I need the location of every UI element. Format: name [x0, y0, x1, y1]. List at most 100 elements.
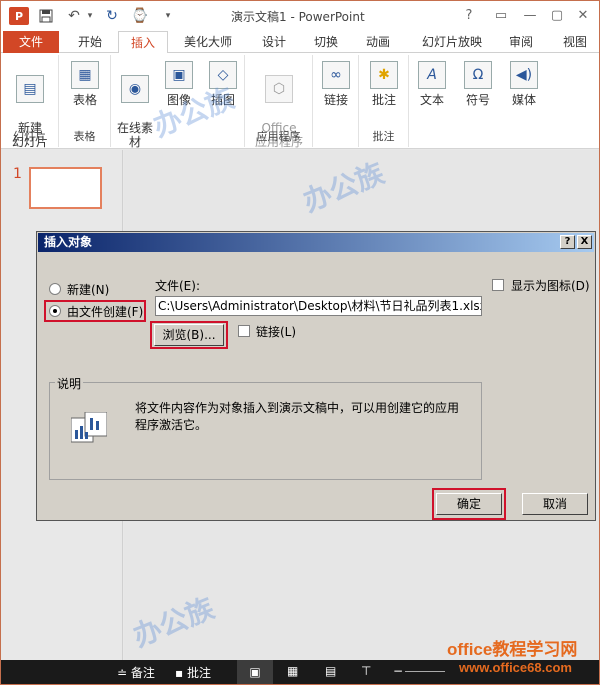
- group-text: A 文本: [409, 55, 455, 147]
- dialog-close-button[interactable]: X: [577, 235, 592, 249]
- close-button[interactable]: ✕: [570, 5, 596, 25]
- online-material-label: 在线素 材: [116, 121, 153, 149]
- group-link: ∞ 链接: [313, 55, 359, 147]
- tab-transitions[interactable]: 切换: [301, 31, 351, 53]
- reading-view-button[interactable]: ▤: [325, 664, 336, 678]
- group-symbol: Ω 符号: [455, 55, 501, 147]
- speaker-icon: ◀): [510, 61, 538, 89]
- redo-icon[interactable]: ↻: [101, 5, 123, 27]
- maximize-button[interactable]: ▢: [544, 5, 570, 25]
- browse-button[interactable]: 浏览(B)...: [154, 324, 224, 346]
- radio-create-new[interactable]: [49, 283, 61, 295]
- help-button[interactable]: ?: [456, 5, 482, 25]
- office-apps-icon: ⬡: [265, 75, 293, 103]
- link-checkbox[interactable]: [238, 325, 250, 337]
- slideshow-view-button[interactable]: ⊤: [361, 664, 371, 678]
- watermark-url: www.office68.com: [459, 660, 572, 675]
- slideshow-icon[interactable]: ⌚: [129, 5, 151, 27]
- comments-icon: ▪: [175, 665, 187, 680]
- ribbon: ▤ 新建 幻灯片 幻灯片 ▦ 表格 表格 ◉ 在线素 材 ▣ 图像 ◇ 插图 ⬡…: [1, 53, 599, 149]
- text-button[interactable]: A 文本: [413, 61, 451, 107]
- tab-file[interactable]: 文件: [3, 31, 59, 53]
- online-material-icon: ◉: [121, 75, 149, 103]
- group-slides-label: 幻灯片: [13, 130, 46, 143]
- group-slides: ▤ 新建 幻灯片 幻灯片: [1, 55, 59, 149]
- zoom-out-button[interactable]: −: [393, 664, 403, 678]
- sorter-view-button[interactable]: ▦: [287, 664, 298, 678]
- group-media: ◀) 媒体: [501, 55, 547, 147]
- online-material-button[interactable]: ◉ 在线素 材: [113, 61, 157, 149]
- dialog-help-button[interactable]: ?: [560, 235, 575, 249]
- comment-label: 批注: [371, 93, 396, 107]
- new-slide-icon: ▤: [16, 75, 44, 103]
- group-table: ▦ 表格 表格: [59, 55, 111, 147]
- group-apps: ⬡ Office 应用程序 应用程序: [245, 55, 313, 149]
- tab-view[interactable]: 视图: [553, 31, 597, 53]
- omega-icon: Ω: [464, 61, 492, 89]
- tab-insert[interactable]: 插入: [118, 31, 168, 54]
- show-as-icon-checkbox[interactable]: [492, 279, 504, 291]
- tab-animations[interactable]: 动画: [353, 31, 403, 53]
- media-label: 媒体: [511, 93, 536, 107]
- tab-review[interactable]: 审阅: [499, 31, 543, 53]
- tab-beautify[interactable]: 美化大师: [173, 31, 243, 53]
- cancel-button[interactable]: 取消: [522, 493, 588, 515]
- notes-button[interactable]: ≐ 备注: [117, 664, 155, 681]
- table-button[interactable]: ▦ 表格: [65, 61, 105, 107]
- notes-label: 备注: [130, 666, 155, 680]
- notes-icon: ≐: [117, 665, 131, 680]
- symbol-label: 符号: [465, 93, 490, 107]
- ribbon-tabs: 文件 开始 插入 美化大师 设计 切换 动画 幻灯片放映 审阅 视图: [1, 31, 599, 54]
- text-label: 文本: [419, 93, 444, 107]
- description-text: 将文件内容作为对象插入到演示文稿中，可以用创建它的应用程序激活它。: [135, 401, 460, 432]
- link-checkbox-label: 链接(L): [256, 325, 297, 339]
- powerpoint-window: P ↶ ▾ ↻ ⌚ ▾ 演示文稿1 - PowerPoint ? ▭ — ▢ ✕…: [0, 0, 600, 685]
- group-comment: ✱ 批注 批注: [359, 55, 409, 147]
- chevron-down-icon[interactable]: ▾: [85, 5, 95, 27]
- media-button[interactable]: ◀) 媒体: [505, 61, 543, 107]
- comments-label: 批注: [186, 666, 211, 680]
- radio-create-new-label: 新建(N): [67, 283, 110, 297]
- file-path-input[interactable]: C:\Users\Administrator\Desktop\材料\节日礼品列表…: [155, 296, 482, 316]
- radio-from-file-label: 由文件创建(F): [67, 305, 144, 319]
- image-icon: ▣: [165, 61, 193, 89]
- undo-icon[interactable]: ↶: [63, 5, 85, 27]
- slide-thumbnail[interactable]: [29, 167, 102, 209]
- show-as-icon-label: 显示为图标(D): [511, 279, 590, 293]
- dialog-title: 插入对象: [38, 233, 594, 252]
- tab-slideshow[interactable]: 幻灯片放映: [409, 31, 495, 53]
- tab-home[interactable]: 开始: [65, 31, 115, 53]
- embedded-object-icon: [70, 411, 108, 446]
- symbol-button[interactable]: Ω 符号: [459, 61, 497, 107]
- link-icon: ∞: [322, 61, 350, 89]
- customize-icon[interactable]: ▾: [157, 5, 179, 27]
- link-label: 链接: [323, 93, 348, 107]
- zoom-slider[interactable]: [405, 671, 445, 672]
- minimize-button[interactable]: —: [517, 5, 543, 25]
- comment-icon: ✱: [370, 61, 398, 89]
- radio-from-file[interactable]: [49, 305, 61, 317]
- insert-object-dialog: 插入对象 ? X 新建(N) 由文件创建(F) 文件(E): C:\Users\…: [36, 231, 596, 521]
- file-label: 文件(E):: [155, 279, 200, 293]
- normal-view-button[interactable]: ▣: [237, 660, 273, 684]
- group-apps-label: 应用程序: [256, 130, 301, 143]
- save-icon[interactable]: [35, 5, 57, 27]
- group-online: ◉ 在线素 材: [111, 55, 157, 149]
- tab-design[interactable]: 设计: [249, 31, 299, 53]
- link-button[interactable]: ∞ 链接: [317, 61, 355, 107]
- title-bar: P ↶ ▾ ↻ ⌚ ▾ 演示文稿1 - PowerPoint ? ▭ — ▢ ✕: [1, 1, 599, 31]
- window-title: 演示文稿1 - PowerPoint: [231, 10, 365, 24]
- ok-button[interactable]: 确定: [436, 493, 502, 515]
- text-icon: A: [418, 61, 446, 89]
- description-label: 说明: [55, 375, 84, 392]
- group-table-label: 表格: [73, 130, 96, 143]
- table-icon: ▦: [71, 61, 99, 89]
- table-label: 表格: [72, 93, 97, 107]
- slide-number: 1: [13, 166, 22, 182]
- comments-button[interactable]: ▪ 批注: [175, 664, 211, 681]
- comment-button[interactable]: ✱ 批注: [365, 61, 403, 107]
- watermark-brand: office教程学习网: [447, 640, 578, 659]
- group-comment-label: 批注: [372, 130, 395, 143]
- ribbon-display-button[interactable]: ▭: [488, 5, 514, 25]
- powerpoint-logo-icon: P: [9, 7, 29, 25]
